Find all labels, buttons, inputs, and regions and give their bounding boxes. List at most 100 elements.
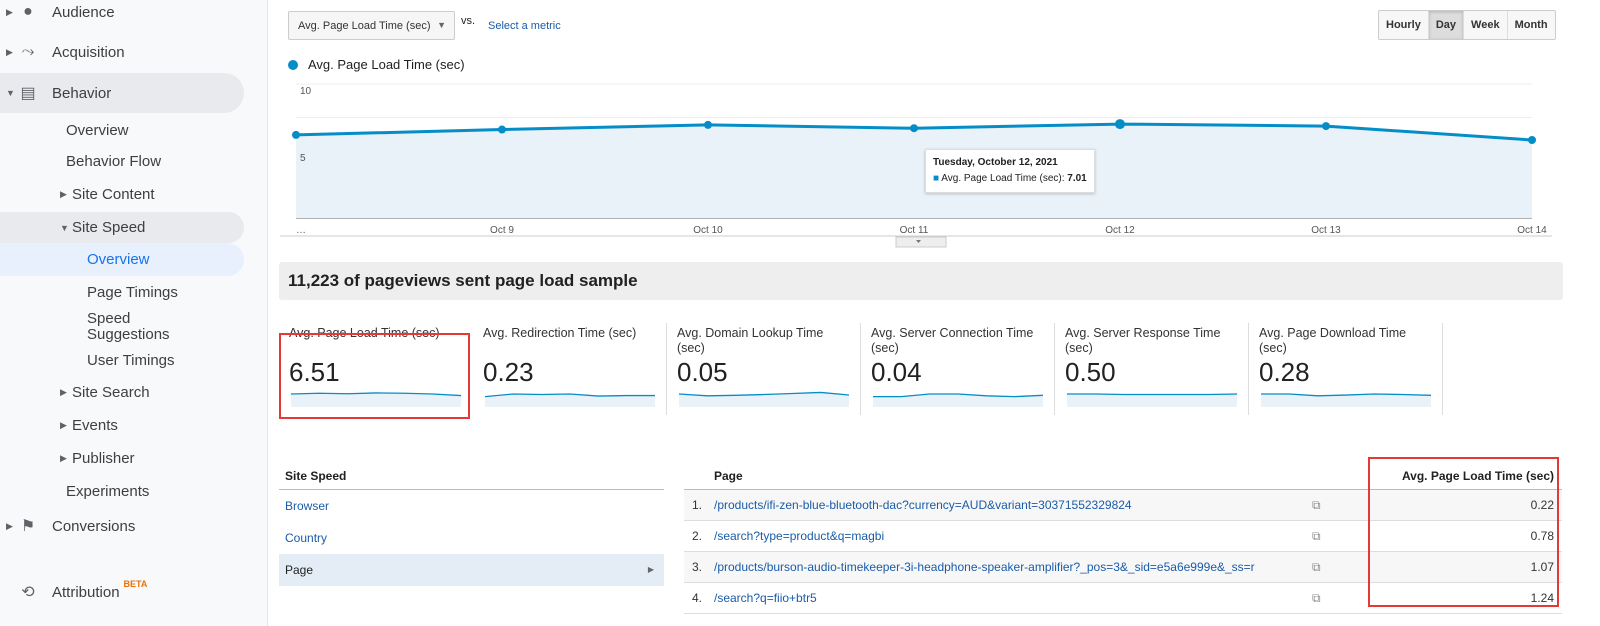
page-link[interactable]: /products/burson-audio-timekeeper-3i-hea… bbox=[714, 560, 1312, 574]
metric-tile[interactable]: Avg. Server Connection Time (sec) 0.04 bbox=[861, 323, 1055, 415]
y-tick-label: 5 bbox=[300, 153, 306, 164]
metric-label: Avg. Domain Lookup Time (sec) bbox=[677, 326, 824, 355]
day-button[interactable]: Day bbox=[1427, 11, 1464, 39]
sparkline-area bbox=[1261, 394, 1431, 407]
metric-label: Avg. Server Connection Time (sec) bbox=[871, 326, 1034, 355]
data-point bbox=[910, 124, 918, 133]
data-point bbox=[292, 130, 300, 139]
chart-collapse-handle[interactable] bbox=[895, 236, 947, 248]
metric-value: 0.05 bbox=[677, 357, 728, 387]
x-tick-label: Oct 11 bbox=[900, 225, 929, 236]
metric-tile[interactable]: Avg. Redirection Time (sec) 0.23 bbox=[473, 323, 667, 415]
y-tick-label: 10 bbox=[300, 86, 312, 97]
sample-summary: 11,223 of pageviews sent page load sampl… bbox=[279, 262, 1563, 300]
sidebar-item-site-content[interactable]: ▶ Site Content bbox=[0, 174, 155, 214]
metric-tile[interactable]: Avg. Server Response Time (sec) 0.50 bbox=[1055, 323, 1249, 415]
metric-value: 0.50 bbox=[1065, 357, 1116, 387]
behavior-icon: ▤ bbox=[20, 85, 36, 102]
open-external-icon[interactable]: ⧉ bbox=[1312, 529, 1372, 544]
hourly-button[interactable]: Hourly bbox=[1379, 11, 1428, 39]
sidebar-item-page-timings[interactable]: Page Timings bbox=[0, 272, 178, 312]
page-link[interactable]: /products/ifi-zen-blue-bluetooth-dac?cur… bbox=[714, 498, 1312, 512]
line-chart: 10 5 … Oct 9 Oct 10 Oct 11 Oct 12 Oct 13 Oct 14 bbox=[280, 83, 1552, 248]
chart-tooltip: Tuesday, October 12, 2021 ■ Avg. Page Lo… bbox=[925, 149, 1095, 193]
metric-value: 0.23 bbox=[483, 357, 534, 387]
sidebar-item-acquisition[interactable]: ▶ ⤳ Acquisition bbox=[0, 32, 125, 72]
interval-toggle: Hourly Day Week Month bbox=[1378, 10, 1556, 40]
metric-label: Avg. Server Response Time (sec) bbox=[1065, 326, 1221, 355]
data-point bbox=[498, 125, 506, 134]
x-tick-label: Oct 9 bbox=[490, 225, 514, 236]
chevron-down-icon: ▼ bbox=[437, 20, 446, 30]
page-link[interactable]: /search?q=fiio+btr5 bbox=[714, 591, 1312, 605]
person-icon: ● bbox=[23, 3, 33, 20]
expand-arrow-icon: ▶ bbox=[6, 46, 13, 57]
sidebar-item-behavior[interactable]: ▼ ▤ Behavior bbox=[0, 73, 244, 113]
select-metric-link[interactable]: Select a metric bbox=[488, 20, 561, 32]
series-area bbox=[296, 124, 1532, 218]
data-point bbox=[1528, 136, 1536, 145]
x-tick-label: … bbox=[296, 225, 306, 236]
expand-arrow-icon: ▶ bbox=[6, 520, 13, 531]
x-tick-label: Oct 10 bbox=[693, 225, 723, 236]
metric-tile[interactable]: Avg. Domain Lookup Time (sec) 0.05 bbox=[667, 323, 861, 415]
x-tick-label: Oct 13 bbox=[1311, 225, 1341, 236]
row-number: 2. bbox=[692, 529, 703, 543]
col-page[interactable]: Page bbox=[684, 469, 1372, 483]
beta-badge: BETA bbox=[123, 579, 148, 589]
sidebar-item-experiments[interactable]: Experiments bbox=[0, 471, 149, 511]
row-number: 4. bbox=[692, 591, 703, 605]
data-point bbox=[1115, 119, 1125, 130]
metric-dropdown[interactable]: Avg. Page Load Time (sec) ▼ bbox=[288, 11, 455, 40]
expand-arrow-icon: ▶ bbox=[6, 6, 13, 17]
dimension-country[interactable]: Country bbox=[279, 522, 664, 554]
attribution-icon: ⟲ bbox=[21, 584, 35, 601]
sparkline-line bbox=[1067, 393, 1237, 396]
site-speed-dimensions: Site Speed Browser Country Page ▶ bbox=[279, 464, 664, 586]
open-external-icon[interactable]: ⧉ bbox=[1312, 498, 1372, 513]
flag-icon: ⚑ bbox=[20, 518, 36, 535]
row-number: 3. bbox=[692, 560, 703, 574]
highlight-box bbox=[279, 333, 470, 419]
sidebar-item-site-speed[interactable]: ▼ Site Speed bbox=[0, 212, 244, 243]
metric-label: Avg. Page Download Time (sec) bbox=[1259, 326, 1407, 355]
sidebar-item-attribution[interactable]: ⟲ Attribution BETA bbox=[0, 572, 147, 612]
chart-legend: Avg. Page Load Time (sec) bbox=[288, 57, 465, 72]
sparkline bbox=[679, 391, 849, 407]
legend-dot-icon bbox=[288, 59, 298, 70]
collapse-arrow-icon: ▼ bbox=[60, 222, 69, 233]
collapse-arrow-icon: ▼ bbox=[6, 88, 15, 98]
sparkline bbox=[485, 393, 655, 407]
metric-tile[interactable]: Avg. Page Download Time (sec) 0.28 bbox=[1249, 323, 1443, 415]
expand-arrow-icon: ▶ bbox=[60, 419, 67, 430]
row-number: 1. bbox=[692, 498, 703, 512]
acquisition-icon: ⤳ bbox=[21, 43, 35, 60]
open-external-icon[interactable]: ⧉ bbox=[1312, 560, 1372, 575]
sidebar: ▶ ● Audience ▶ ⤳ Acquisition ▼ ▤ Behavior Over… bbox=[0, 0, 268, 626]
metric-label: Avg. Redirection Time (sec) bbox=[483, 326, 637, 340]
sparkline-area bbox=[1067, 394, 1237, 407]
data-point bbox=[704, 120, 712, 129]
series-marker-icon: ■ bbox=[933, 173, 940, 184]
chevron-right-icon: ▶ bbox=[647, 565, 654, 574]
open-external-icon[interactable]: ⧉ bbox=[1312, 591, 1372, 606]
sparkline bbox=[873, 393, 1043, 407]
vs-label: vs. bbox=[461, 15, 476, 27]
site-speed-header: Site Speed bbox=[279, 464, 664, 490]
sidebar-item-conversions[interactable]: ▶ ⚑ Conversions bbox=[0, 506, 135, 546]
sparkline bbox=[1067, 393, 1237, 407]
x-tick-label: Oct 12 bbox=[1105, 225, 1135, 236]
expand-arrow-icon: ▶ bbox=[60, 386, 67, 397]
sparkline bbox=[1261, 393, 1431, 407]
expand-arrow-icon: ▶ bbox=[60, 188, 67, 199]
dimension-browser[interactable]: Browser bbox=[279, 490, 664, 522]
sidebar-item-audience[interactable]: ▶ ● Audience bbox=[0, 0, 115, 32]
expand-arrow-icon: ▶ bbox=[60, 452, 67, 463]
dimension-page[interactable]: Page ▶ bbox=[279, 554, 664, 586]
data-point bbox=[1322, 122, 1330, 131]
metric-value: 0.28 bbox=[1259, 357, 1310, 387]
page-link[interactable]: /search?type=product&q=magbi bbox=[714, 529, 1312, 543]
highlight-box bbox=[1368, 457, 1559, 607]
month-button[interactable]: Month bbox=[1506, 11, 1555, 39]
week-button[interactable]: Week bbox=[1463, 11, 1507, 39]
